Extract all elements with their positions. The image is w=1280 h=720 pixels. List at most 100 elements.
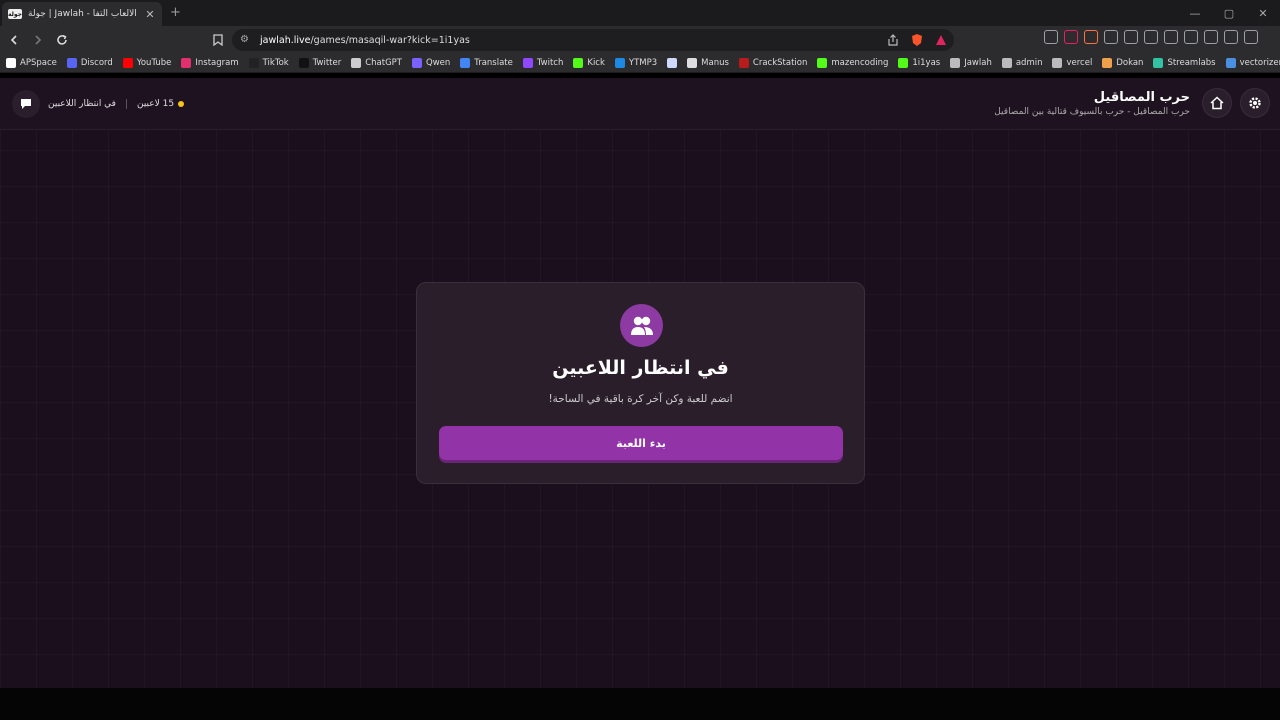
bookmark-label: YTMP3: [628, 58, 658, 68]
chat-bubble-icon: [21, 99, 31, 109]
bookmarks-bar: APSpace Discord YouTube Instagram TikTok Twit…: [0, 54, 1280, 73]
bookmark-item[interactable]: Twitch: [522, 58, 564, 68]
bookmark-favicon-icon: [898, 58, 909, 68]
brave-shield-icon[interactable]: [910, 32, 924, 46]
game-titles: حرب المصاقيل حرب المصاقيل - حرب بالسيوف …: [994, 90, 1190, 117]
waiting-title: في انتظار اللاعبين: [552, 357, 729, 379]
brave-rewards-icon[interactable]: [934, 32, 948, 46]
bookmark-favicon-icon: [412, 58, 422, 68]
bookmark-favicon-icon: [351, 58, 362, 68]
tab-close-icon[interactable]: ✕: [144, 8, 156, 21]
game-subtitle: حرب المصاقيل - حرب بالسيوف قتالية بين ال…: [994, 106, 1190, 117]
back-button[interactable]: [4, 30, 24, 50]
bookmark-favicon-icon: [522, 58, 533, 68]
close-window-button[interactable]: ✕: [1246, 0, 1280, 26]
address-bar[interactable]: ⚙ jawlah.live/games/masaqil-war?kick=1i1…: [232, 29, 954, 51]
header-title-area: حرب المصاقيل حرب المصاقيل - حرب بالسيوف …: [994, 88, 1270, 118]
bookmark-favicon-icon: [1102, 58, 1113, 68]
bookmark-favicon-icon: [667, 58, 678, 68]
bookmark-item[interactable]: admin: [1001, 58, 1043, 68]
extension-icon[interactable]: [1124, 30, 1138, 44]
bookmark-label: Translate: [474, 58, 513, 68]
bookmark-item[interactable]: YTMP3: [614, 58, 658, 68]
bookmark-favicon-icon: [298, 58, 309, 68]
bookmark-favicon-icon: [66, 58, 77, 68]
extension-icon[interactable]: [1144, 30, 1158, 44]
bookmark-item[interactable]: vercel: [1052, 58, 1092, 68]
bookmark-label: mazencoding: [831, 58, 889, 68]
extension-icon[interactable]: [1204, 30, 1218, 44]
bookmark-item[interactable]: Qwen: [412, 58, 450, 68]
new-tab-button[interactable]: +: [170, 5, 181, 20]
bookmark-label: admin: [1015, 58, 1043, 68]
extension-icon[interactable]: [1164, 30, 1178, 44]
bookmark-item[interactable]: CrackStation: [738, 58, 807, 68]
settings-button[interactable]: [1240, 88, 1270, 118]
start-game-button[interactable]: بدء اللعبة: [439, 426, 843, 460]
bookmark-item[interactable]: TikTok: [248, 58, 289, 68]
bookmark-item[interactable]: Jawlah: [950, 58, 992, 68]
bookmark-item[interactable]: YouTube: [122, 58, 172, 68]
game-header: في انتظار اللاعبين 15 لاعبين حرب المصاقي…: [0, 78, 1280, 130]
bookmark-item[interactable]: Discord: [66, 58, 113, 68]
bookmark-favicon-icon: [614, 58, 625, 68]
bookmark-item[interactable]: vectorizer: [1225, 58, 1280, 68]
bookmark-favicon-icon: [181, 58, 192, 68]
bookmark-item[interactable]: 1i1yas: [898, 58, 940, 68]
extension-icon[interactable]: [1104, 30, 1118, 44]
extension-icon[interactable]: [1064, 30, 1078, 44]
extension-icon[interactable]: [1044, 30, 1058, 44]
bookmark-favicon-icon: [687, 58, 698, 68]
maximize-button[interactable]: ▢: [1212, 0, 1246, 26]
bookmark-item[interactable]: Translate: [460, 58, 513, 68]
forward-arrow-icon: [35, 35, 42, 45]
bookmark-favicon-icon: [1052, 58, 1063, 68]
extension-icon[interactable]: [1084, 30, 1098, 44]
minimize-button[interactable]: —: [1178, 0, 1212, 26]
bookmark-label: YouTube: [136, 58, 172, 68]
bookmark-favicon-icon: [460, 58, 471, 68]
bookmark-item[interactable]: [667, 58, 678, 68]
extension-icon[interactable]: [1184, 30, 1198, 44]
bookmark-item[interactable]: ChatGPT: [351, 58, 402, 68]
gear-icon: [1249, 97, 1261, 109]
bookmark-item[interactable]: mazencoding: [817, 58, 888, 68]
extension-icon[interactable]: [1244, 30, 1258, 44]
tab-favicon-icon: جولة: [8, 9, 22, 19]
address-bar-actions: [886, 32, 948, 46]
bookmark-page-button[interactable]: [208, 30, 228, 50]
reload-button[interactable]: [52, 30, 72, 50]
bookmark-label: TikTok: [262, 58, 289, 68]
game-page: في انتظار اللاعبين 15 لاعبين حرب المصاقي…: [0, 78, 1280, 688]
bookmark-label: Streamlabs: [1167, 58, 1216, 68]
site-settings-icon[interactable]: ⚙: [240, 34, 252, 46]
waiting-card: في انتظار اللاعبين انضم للعبة وكن آخر كر…: [416, 282, 865, 484]
bookmark-item[interactable]: APSpace: [6, 58, 57, 68]
chat-button[interactable]: [12, 90, 40, 118]
bookmark-item[interactable]: Kick: [573, 58, 605, 68]
bookmark-label: Twitter: [312, 58, 342, 68]
share-icon[interactable]: [886, 32, 900, 46]
back-arrow-icon: [10, 35, 17, 45]
bookmark-favicon-icon: [950, 58, 961, 68]
waiting-subtitle: انضم للعبة وكن آخر كرة باقية في الساحة!: [548, 393, 733, 405]
bookmark-label: ChatGPT: [365, 58, 402, 68]
extension-icon[interactable]: [1224, 30, 1238, 44]
reload-icon: [57, 34, 67, 45]
bookmark-favicon-icon: [573, 58, 584, 68]
bookmark-item[interactable]: Dokan: [1102, 58, 1143, 68]
bookmark-favicon-icon: [1153, 58, 1164, 68]
bookmark-item[interactable]: Twitter: [298, 58, 342, 68]
bookmark-item[interactable]: Streamlabs: [1153, 58, 1216, 68]
bookmark-item[interactable]: Instagram: [181, 58, 239, 68]
browser-tab[interactable]: جولة جولة | Jawlah - منصة الألعاب التفا …: [2, 2, 162, 26]
bookmark-label: Dokan: [1116, 58, 1144, 68]
extensions-area: [1044, 30, 1258, 44]
home-button[interactable]: [1202, 88, 1232, 118]
forward-button[interactable]: [28, 30, 48, 50]
bookmark-item[interactable]: Manus: [687, 58, 729, 68]
bookmark-label: Twitch: [536, 58, 564, 68]
bookmark-favicon-icon: [248, 58, 259, 68]
tab-title: جولة | Jawlah - منصة الألعاب التفا: [28, 9, 138, 19]
bookmark-label: 1i1yas: [912, 58, 941, 68]
